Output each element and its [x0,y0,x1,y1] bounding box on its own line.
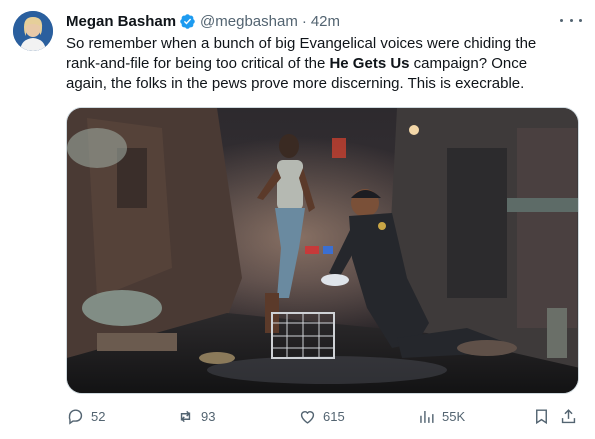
author-name[interactable]: Megan Basham [66,13,176,30]
views-count: 55K [442,408,466,424]
tweet-header: Megan Basham @megbasham · 42m [66,10,340,32]
bookmark-button[interactable] [532,401,557,431]
author-avatar[interactable] [13,11,53,51]
repost-count: 93 [201,408,216,424]
tweet-actions-bar: 52 93 615 55K [66,401,579,431]
reply-button[interactable]: 52 [66,401,105,431]
repost-icon [180,410,191,422]
views-button[interactable]: 55K [417,401,465,431]
more-dot-icon [560,18,563,22]
repost-button[interactable]: 93 [176,401,215,431]
like-button[interactable]: 615 [298,401,345,431]
tweet-text: So remember when a bunch of big Evangeli… [66,34,571,94]
reply-count: 52 [91,408,106,424]
share-button[interactable] [559,401,584,431]
tweet-timestamp[interactable]: 42m [311,13,340,30]
bookmark-icon [536,408,547,424]
more-dot-icon [569,18,573,22]
reply-icon [68,408,83,425]
share-icon [561,408,576,423]
author-handle[interactable]: @megbasham [200,13,298,30]
views-chart-icon [420,410,434,423]
avatar-image [13,11,53,51]
verified-badge-icon [179,13,196,30]
tweet-media-image[interactable] [66,107,579,394]
tweet-text-bold: He Gets Us [329,55,410,72]
header-separator: · [301,12,307,30]
more-options-button[interactable] [560,11,582,29]
more-dot-icon [579,18,582,22]
heart-icon [300,410,315,424]
like-count: 615 [323,408,345,424]
alley-scene-image [67,108,578,393]
